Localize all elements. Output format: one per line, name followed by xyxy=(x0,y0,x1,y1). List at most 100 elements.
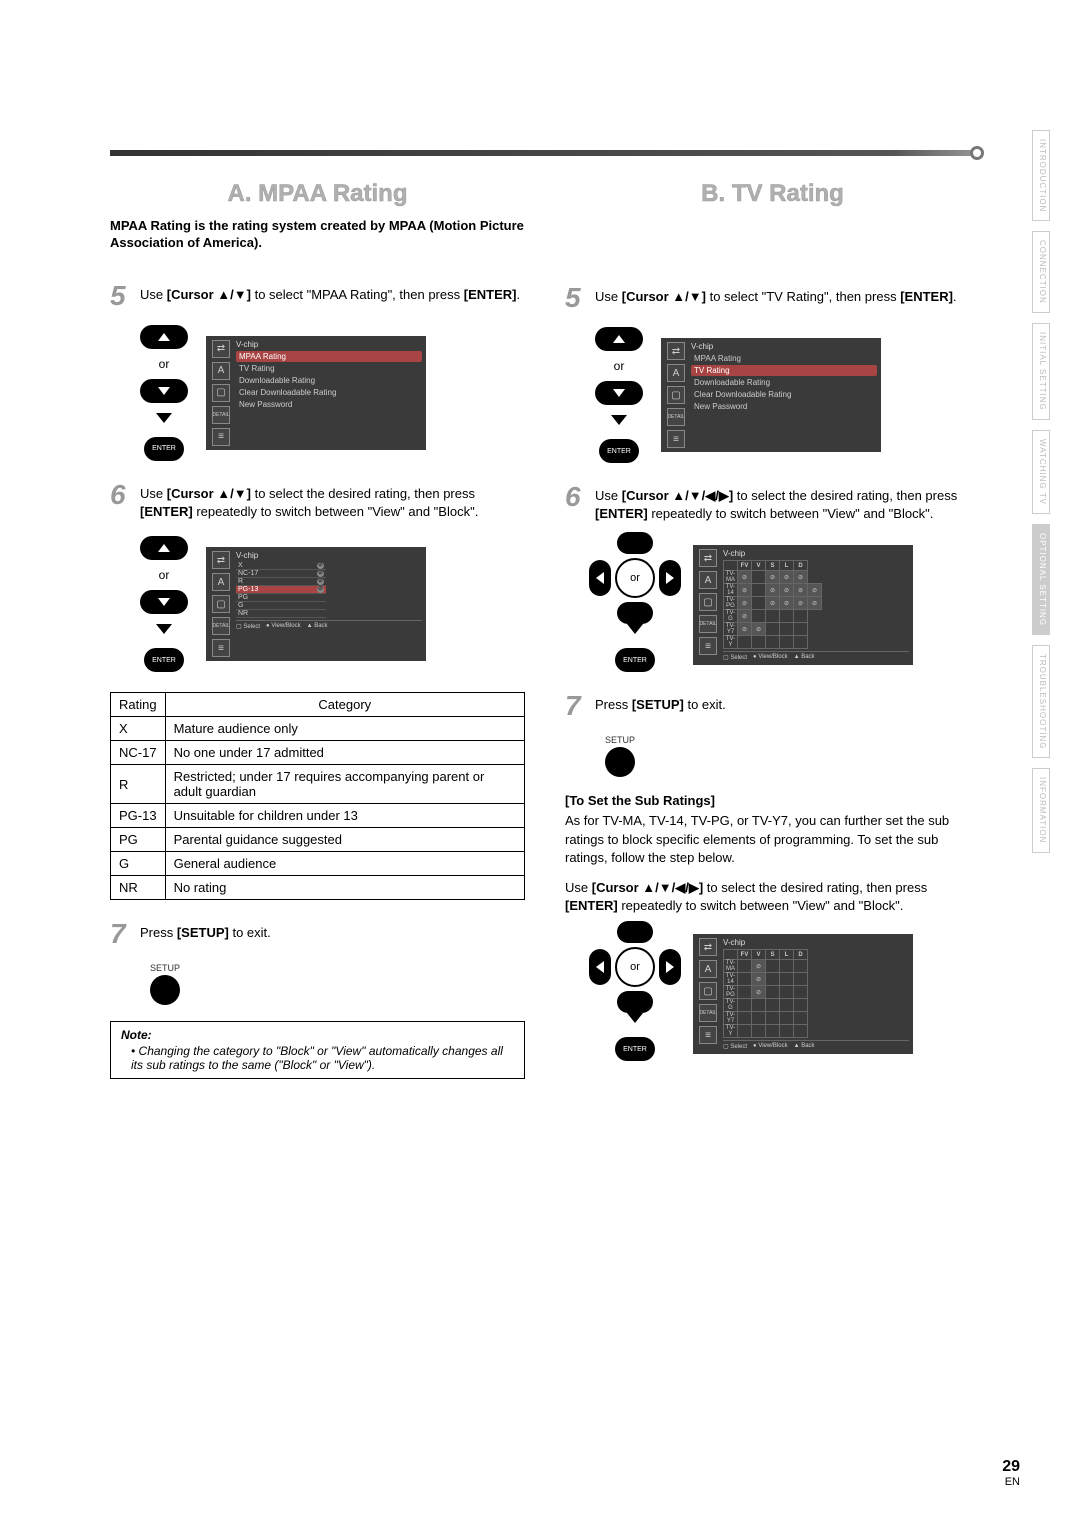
osd-item: Downloadable Rating xyxy=(236,375,422,386)
cursor-up-button[interactable] xyxy=(595,327,643,351)
osd-menu-b5: ⇄ A ▢ DETAIL ≡ V-chip MPAA Rating TV Rat… xyxy=(661,338,881,452)
cursor-up-button[interactable] xyxy=(617,921,653,943)
osd-icon-text: A xyxy=(212,573,230,591)
osd-icon-list: ≡ xyxy=(212,428,230,446)
osd-icon-text: A xyxy=(667,364,685,382)
step-a5: 5 Use [Cursor ▲/▼] to select "MPAA Ratin… xyxy=(110,282,525,310)
or-label: or xyxy=(159,568,170,582)
mpaa-rating-table: RatingCategory XMature audience only NC-… xyxy=(110,692,525,900)
step-a7: 7 Press [SETUP] to exit. xyxy=(110,920,525,948)
setup-button[interactable] xyxy=(150,975,180,1005)
note-item: Changing the category to "Block" or "Vie… xyxy=(131,1044,514,1072)
step-b6-text: Use [Cursor ▲/▼/◀/▶] to select the desir… xyxy=(595,483,980,523)
page-content: A. MPAA Rating MPAA Rating is the rating… xyxy=(110,140,980,1081)
osd-item: New Password xyxy=(236,399,422,410)
step-number-5: 5 xyxy=(110,282,132,310)
enter-button[interactable]: ENTER xyxy=(615,648,655,672)
osd-icon-square: ▢ xyxy=(212,384,230,402)
osd-icon-loop: ⇄ xyxy=(212,340,230,358)
sub-ratings-body1: As for TV-MA, TV-14, TV-PG, or TV-Y7, yo… xyxy=(565,812,980,867)
osd-item: New Password xyxy=(691,401,877,412)
osd-menu-b-sub: ⇄ A ▢ DETAIL ≡ V-chip FVVSLD TV-MA⊘ TV-1… xyxy=(693,934,913,1054)
setup-button-block: SETUP xyxy=(140,963,190,1005)
tab-information[interactable]: INFORMATION xyxy=(1032,768,1050,852)
or-label: or xyxy=(615,947,655,987)
tab-troubleshooting[interactable]: TROUBLESHOOTING xyxy=(1032,645,1050,758)
down-outline-icon xyxy=(611,415,627,425)
step-a5-text: Use [Cursor ▲/▼] to select "MPAA Rating"… xyxy=(140,282,520,310)
cursor-right-button[interactable] xyxy=(659,560,681,596)
page-number: 29 EN xyxy=(1002,1458,1020,1488)
osd-icon-square: ▢ xyxy=(667,386,685,404)
cursor-up-button[interactable] xyxy=(140,325,188,349)
remote-cluster-b5: or ENTER ⇄ A ▢ DETAIL ≡ V-chip MP xyxy=(595,327,980,463)
step-number-6: 6 xyxy=(565,483,587,523)
osd-title: V-chip xyxy=(723,549,909,558)
osd-icon-loop: ⇄ xyxy=(212,551,230,569)
side-tabs: INTRODUCTION CONNECTION INITIAL SETTING … xyxy=(1032,130,1050,853)
note-box: Note: Changing the category to "Block" o… xyxy=(110,1021,525,1079)
osd-icon-loop: ⇄ xyxy=(667,342,685,360)
osd-icon-list: ≡ xyxy=(699,1026,717,1044)
or-label: or xyxy=(615,558,655,598)
osd-item: Downloadable Rating xyxy=(691,377,877,388)
cursor-right-button[interactable] xyxy=(659,949,681,985)
mpaa-rating-list: X⊘ NC-17⊘ R⊘ PG-13⊘ PG G NR xyxy=(236,562,326,618)
step-a6: 6 Use [Cursor ▲/▼] to select the desired… xyxy=(110,481,525,521)
osd-icon-detail: DETAIL xyxy=(699,615,717,633)
enter-button[interactable]: ENTER xyxy=(599,439,639,463)
step-a6-text: Use [Cursor ▲/▼] to select the desired r… xyxy=(140,481,525,521)
remote-cluster-a6: or ENTER ⇄ A ▢ DETAIL ≡ V-chip xyxy=(140,536,525,672)
step-number-6: 6 xyxy=(110,481,132,521)
cursor-left-button[interactable] xyxy=(589,949,611,985)
osd-icon-list: ≡ xyxy=(699,637,717,655)
cursor-down-button[interactable] xyxy=(595,381,643,405)
dpad-vertical: or ENTER xyxy=(595,327,643,463)
or-label: or xyxy=(159,357,170,371)
osd-icon-square: ▢ xyxy=(699,593,717,611)
mpaa-intro: MPAA Rating is the rating system created… xyxy=(110,218,525,252)
tab-connection[interactable]: CONNECTION xyxy=(1032,231,1050,313)
setup-label: SETUP xyxy=(605,735,635,745)
dpad-4way: or xyxy=(595,538,675,618)
setup-button-block: SETUP xyxy=(595,735,645,777)
tab-initial-setting[interactable]: INITIAL SETTING xyxy=(1032,323,1050,420)
osd-item: Clear Downloadable Rating xyxy=(691,389,877,400)
page-lang: EN xyxy=(1002,1476,1020,1488)
cursor-left-button[interactable] xyxy=(589,560,611,596)
osd-icon-square: ▢ xyxy=(699,982,717,1000)
remote-cluster-b-sub: or ENTER ⇄ A ▢ DETAIL ≡ V-chip xyxy=(595,927,980,1061)
osd-item: MPAA Rating xyxy=(236,351,422,362)
tab-watching-tv[interactable]: WATCHING TV xyxy=(1032,430,1050,514)
column-b: B. TV Rating 5 Use [Cursor ▲/▼] to selec… xyxy=(565,180,980,1081)
cursor-down-button[interactable] xyxy=(617,602,653,624)
dpad-vertical: or ENTER xyxy=(140,325,188,461)
cursor-down-button[interactable] xyxy=(140,590,188,614)
step-b5-text: Use [Cursor ▲/▼] to select "TV Rating", … xyxy=(595,284,957,312)
cursor-down-button[interactable] xyxy=(140,379,188,403)
section-b-title: B. TV Rating xyxy=(565,180,980,208)
osd-icon-detail: DETAIL xyxy=(699,1004,717,1022)
cursor-up-button[interactable] xyxy=(140,536,188,560)
osd-icon-list: ≡ xyxy=(667,430,685,448)
tab-optional-setting[interactable]: OPTIONAL SETTING xyxy=(1032,524,1050,635)
cursor-down-button[interactable] xyxy=(617,991,653,1013)
remote-cluster-a5: or ENTER ⇄ A ▢ DETAIL ≡ V-chip MP xyxy=(140,325,525,461)
tv-rating-grid: FVVSLD TV-MA⊘⊘⊘⊘ TV-14⊘⊘⊘⊘⊘ TV-PG⊘⊘⊘⊘⊘ T… xyxy=(723,560,822,649)
setup-button[interactable] xyxy=(605,747,635,777)
osd-item: Clear Downloadable Rating xyxy=(236,387,422,398)
osd-title: V-chip xyxy=(236,340,422,349)
osd-icon-detail: DETAIL xyxy=(667,408,685,426)
enter-button[interactable]: ENTER xyxy=(144,437,184,461)
enter-button[interactable]: ENTER xyxy=(144,648,184,672)
tab-introduction[interactable]: INTRODUCTION xyxy=(1032,130,1050,221)
osd-icon-detail: DETAIL xyxy=(212,617,230,635)
dpad-vertical: or ENTER xyxy=(140,536,188,672)
osd-menu-b6: ⇄ A ▢ DETAIL ≡ V-chip FVVSLD TV-MA⊘⊘⊘⊘ T… xyxy=(693,545,913,665)
setup-label: SETUP xyxy=(150,963,180,973)
tv-rating-grid-sub: FVVSLD TV-MA⊘ TV-14⊘ TV-PG⊘ TV-G TV-Y7 T… xyxy=(723,949,808,1038)
enter-button[interactable]: ENTER xyxy=(615,1037,655,1061)
remote-cluster-b6: or ENTER ⇄ A ▢ DETAIL ≡ V-chip xyxy=(595,538,980,672)
osd-item: TV Rating xyxy=(691,365,877,376)
cursor-up-button[interactable] xyxy=(617,532,653,554)
